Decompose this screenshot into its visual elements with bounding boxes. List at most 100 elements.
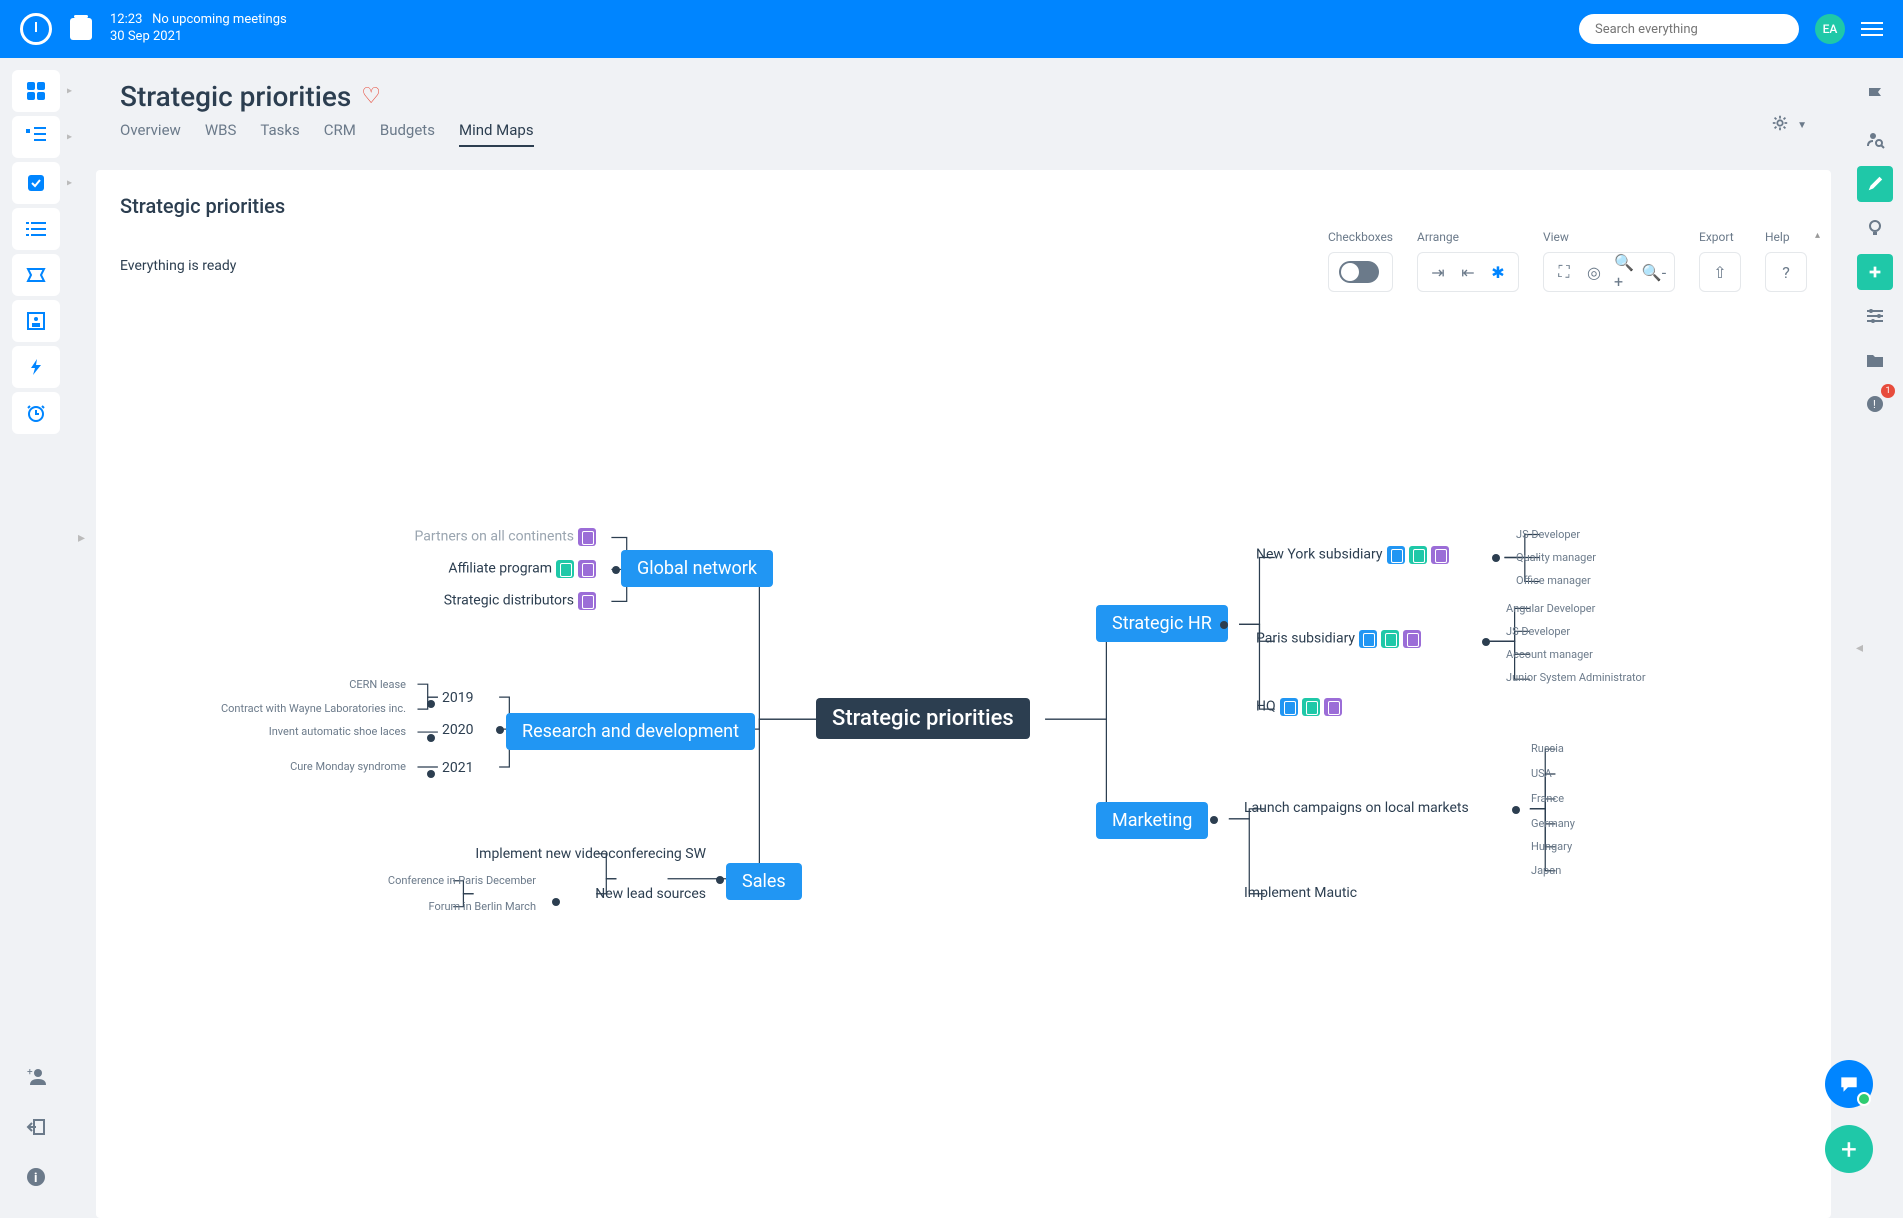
fit-icon[interactable]: ⛶: [1554, 262, 1574, 282]
node-year[interactable]: 2021: [436, 758, 479, 778]
node-role[interactable]: Angular Developer: [1506, 602, 1595, 617]
favorite-icon[interactable]: ♡: [361, 84, 381, 109]
scroll-up-icon[interactable]: ▴: [1815, 230, 1825, 244]
arrange-radial-icon[interactable]: ✱: [1488, 262, 1508, 282]
right-rail: !: [1847, 58, 1903, 1218]
nav-add-user[interactable]: +: [12, 1056, 60, 1098]
avatar[interactable]: EA: [1815, 14, 1845, 44]
node-hr-hq[interactable]: HQ: [1256, 698, 1342, 718]
clock-time: 12:23: [110, 12, 142, 27]
menu-icon[interactable]: [1861, 22, 1883, 36]
nav-info[interactable]: i: [12, 1156, 60, 1198]
nav-org[interactable]: [12, 300, 60, 342]
label-arrange: Arrange: [1417, 230, 1519, 244]
node-rnd-item[interactable]: Contract with Wayne Laboratories inc.: [136, 702, 406, 717]
link-icon: [1359, 630, 1377, 648]
checkboxes-toggle[interactable]: [1339, 261, 1379, 283]
nav-flash[interactable]: [12, 346, 60, 388]
mindmap[interactable]: Strategic priorities Global network Part…: [96, 320, 1831, 1218]
folder-icon[interactable]: [1857, 342, 1893, 378]
doc-icon: [1409, 546, 1427, 564]
add-button[interactable]: [1857, 254, 1893, 290]
edit-button[interactable]: [1857, 166, 1893, 202]
expand-rail-icon[interactable]: ▸: [78, 530, 85, 546]
gear-icon[interactable]: [1771, 114, 1789, 136]
node-sales-child[interactable]: Implement new videoconferecing SW: [316, 846, 706, 864]
arrange-left-icon[interactable]: ⇤: [1458, 262, 1478, 282]
node-rnd[interactable]: Research and development: [506, 713, 755, 750]
node-gn-child[interactable]: Strategic distributors: [296, 592, 596, 612]
nav-dashboard[interactable]: ▸: [12, 70, 60, 112]
nav-logout[interactable]: [12, 1106, 60, 1148]
node-hr[interactable]: Strategic HR: [1096, 605, 1228, 642]
nav-hierarchy[interactable]: ▸: [12, 116, 60, 158]
clipboard-icon: [1324, 698, 1342, 716]
dropdown-caret-icon[interactable]: ▼: [1797, 120, 1807, 131]
zoom-out-icon[interactable]: 🔍-: [1644, 262, 1664, 282]
logo-icon[interactable]: [20, 13, 52, 45]
chat-button[interactable]: [1825, 1060, 1873, 1108]
help-icon[interactable]: ?: [1776, 262, 1796, 282]
doc-icon: [556, 560, 574, 578]
node-center[interactable]: Strategic priorities: [816, 698, 1030, 739]
node-hr-paris[interactable]: Paris subsidiary: [1256, 630, 1421, 650]
node-country[interactable]: Germany: [1531, 817, 1575, 832]
nav-list[interactable]: [12, 208, 60, 250]
tab-wbs[interactable]: WBS: [205, 121, 237, 147]
node-country[interactable]: France: [1531, 792, 1564, 807]
tab-budgets[interactable]: Budgets: [380, 121, 435, 147]
doc-icon: [1302, 698, 1320, 716]
node-country[interactable]: Russia: [1531, 742, 1564, 757]
nav-files[interactable]: [12, 254, 60, 296]
bulb-icon[interactable]: [1857, 210, 1893, 246]
zoom-in-icon[interactable]: 🔍+: [1614, 262, 1634, 282]
node-country[interactable]: USA: [1531, 767, 1552, 782]
center-icon[interactable]: ◎: [1584, 262, 1604, 282]
notification-icon[interactable]: !: [1857, 386, 1893, 422]
tab-crm[interactable]: CRM: [324, 121, 356, 147]
node-rnd-item[interactable]: Cure Monday syndrome: [176, 760, 406, 775]
node-year[interactable]: 2019: [436, 688, 479, 708]
node-marketing[interactable]: Marketing: [1096, 802, 1208, 839]
settings-sliders-icon[interactable]: [1857, 298, 1893, 334]
export-icon[interactable]: ⇧: [1710, 262, 1730, 282]
topbar: 12:23 No upcoming meetings 30 Sep 2021 E…: [0, 0, 1903, 58]
node-lead[interactable]: Conference in Paris December: [296, 874, 536, 889]
node-role[interactable]: Quality manager: [1516, 551, 1596, 566]
person-search-icon[interactable]: [1857, 122, 1893, 158]
tab-tasks[interactable]: Tasks: [260, 121, 299, 147]
node-role[interactable]: JS Developer: [1516, 528, 1580, 543]
meetings-text: No upcoming meetings: [152, 12, 287, 27]
node-mk-mautic[interactable]: Implement Mautic: [1244, 885, 1357, 903]
node-role[interactable]: Office manager: [1516, 574, 1591, 589]
node-lead[interactable]: Forum in Berlin March: [336, 900, 536, 915]
node-year[interactable]: 2020: [436, 720, 479, 740]
node-country[interactable]: Japan: [1531, 864, 1561, 879]
nav-tasks[interactable]: ▸: [12, 162, 60, 204]
search-input[interactable]: [1579, 14, 1799, 44]
node-country[interactable]: Hungary: [1531, 840, 1572, 855]
node-role[interactable]: Junior System Administrator: [1506, 671, 1646, 686]
node-rnd-item[interactable]: Invent automatic shoe laces: [176, 725, 406, 740]
calendar-icon[interactable]: [70, 18, 92, 40]
node-hr-ny[interactable]: New York subsidiary: [1256, 546, 1449, 566]
node-sales[interactable]: Sales: [726, 863, 802, 900]
tab-mindmaps[interactable]: Mind Maps: [459, 121, 534, 147]
flag-icon[interactable]: [1857, 78, 1893, 114]
left-rail: ▸ ▸ ▸ + i: [0, 58, 72, 1218]
create-button[interactable]: +: [1825, 1125, 1873, 1173]
node-rnd-item[interactable]: CERN lease: [236, 678, 406, 693]
nav-alarm[interactable]: [12, 392, 60, 434]
main-area: Strategic priorities ♡ Overview WBS Task…: [96, 70, 1831, 1218]
node-gn-child[interactable]: Affiliate program: [296, 560, 596, 580]
node-role[interactable]: JS Developer: [1506, 625, 1570, 640]
node-mk-campaigns[interactable]: Launch campaigns on local markets: [1244, 800, 1469, 818]
svg-text:+: +: [27, 1067, 33, 1078]
tab-overview[interactable]: Overview: [120, 121, 181, 147]
arrange-right-icon[interactable]: ⇥: [1428, 262, 1448, 282]
node-role[interactable]: Account manager: [1506, 648, 1593, 663]
clipboard-icon: [578, 560, 596, 578]
node-global-network[interactable]: Global network: [621, 550, 773, 587]
node-gn-child[interactable]: Partners on all continents: [276, 528, 596, 548]
collapse-rail-icon[interactable]: ◂: [1856, 640, 1863, 656]
